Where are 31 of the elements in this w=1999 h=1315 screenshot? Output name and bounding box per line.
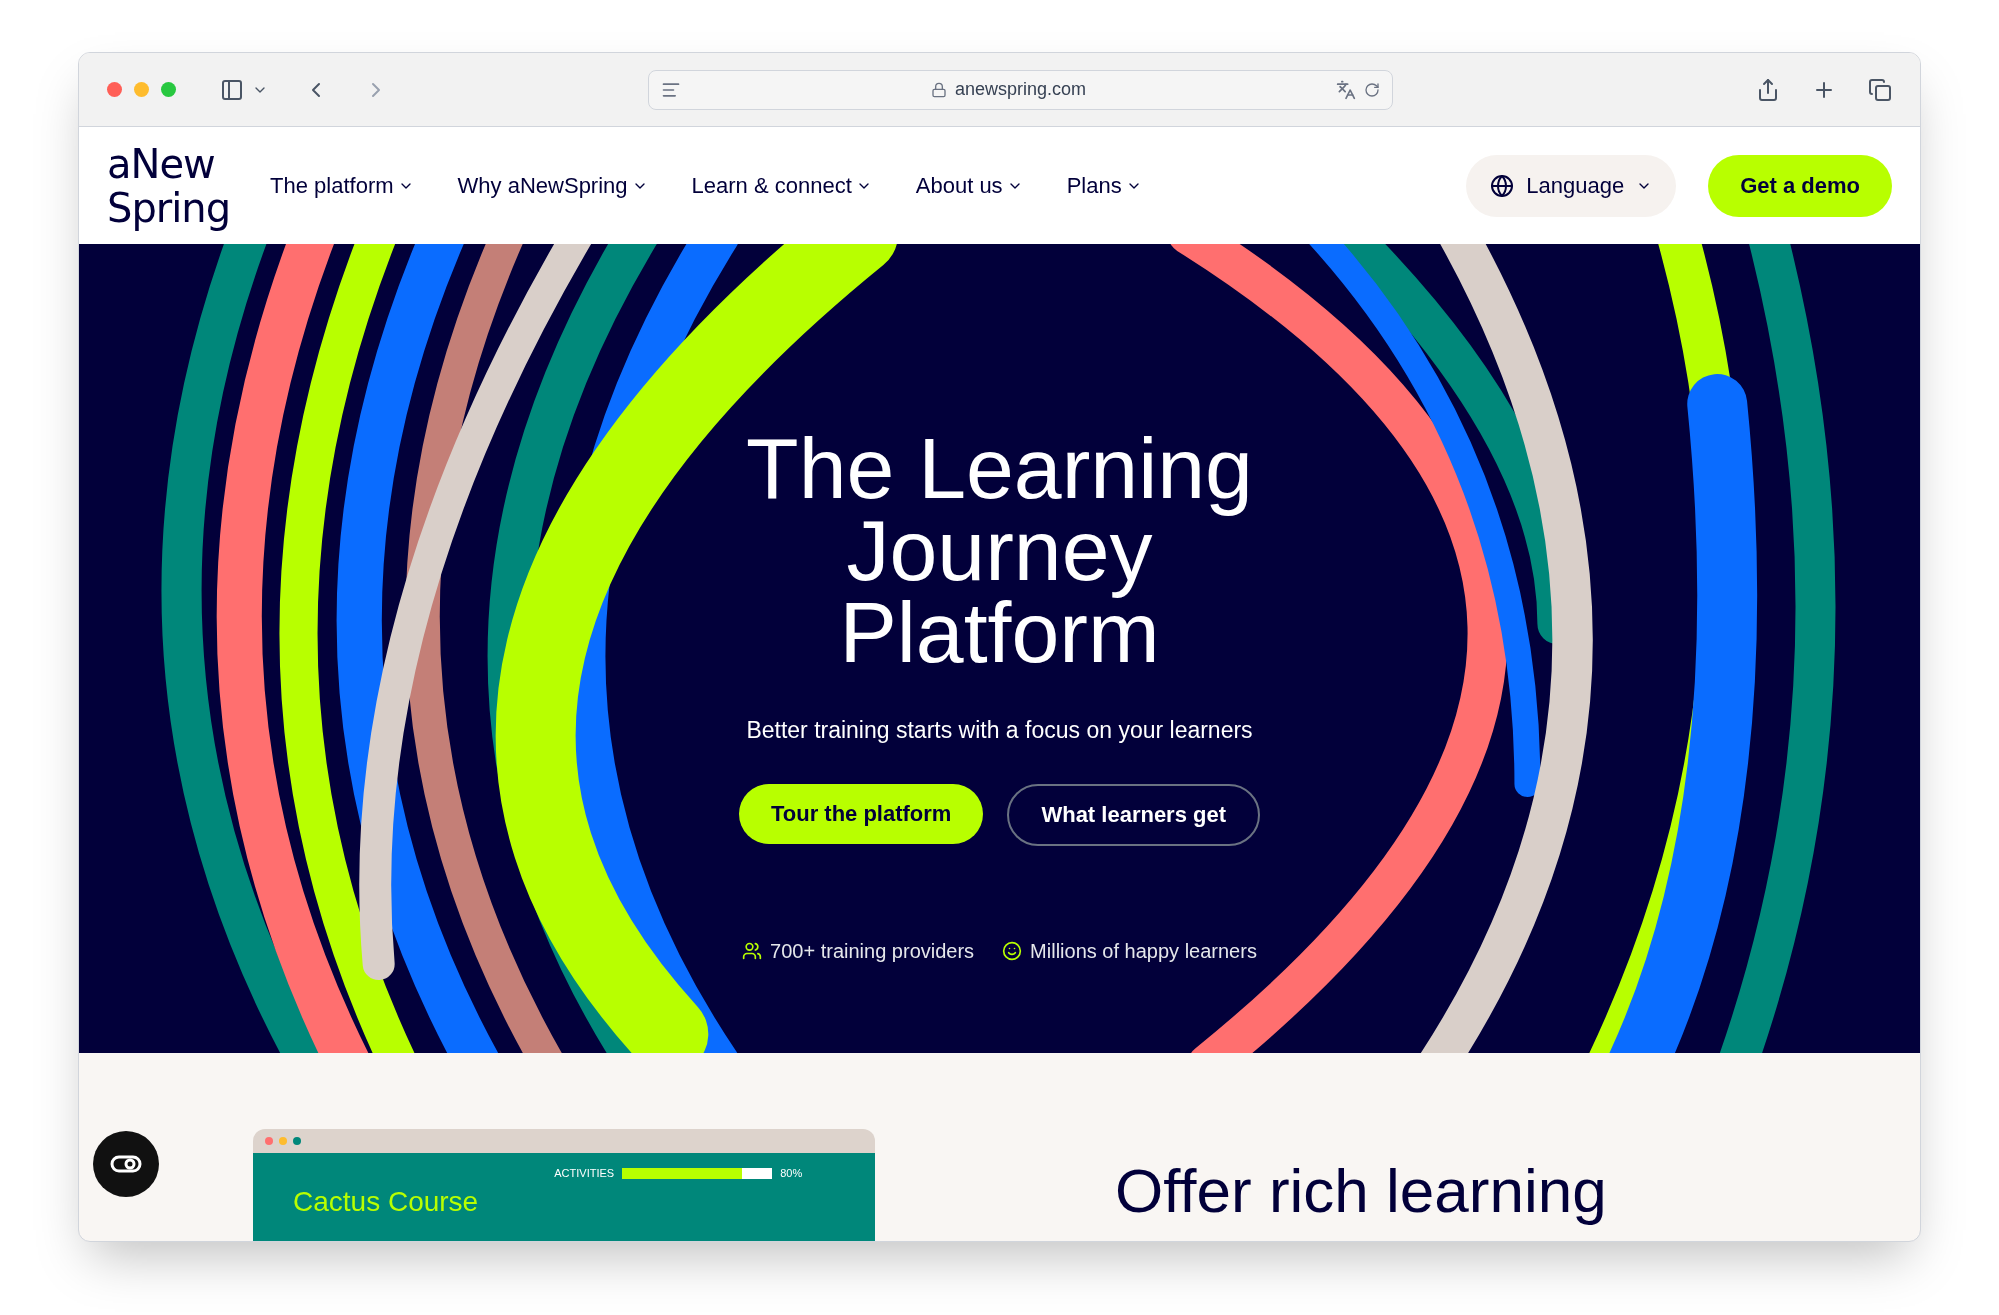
lock-icon bbox=[930, 81, 947, 98]
hero-subtitle: Better training starts with a focus on your learners bbox=[746, 716, 1253, 746]
tabs-overview-icon[interactable] bbox=[1868, 77, 1892, 102]
logo[interactable]: aNew Spring bbox=[107, 141, 231, 230]
translate-icon[interactable] bbox=[1336, 79, 1356, 100]
reload-icon[interactable] bbox=[1364, 81, 1380, 98]
people-icon bbox=[742, 940, 763, 961]
learners-button[interactable]: What learners get bbox=[1007, 783, 1261, 846]
smiley-icon bbox=[1002, 940, 1023, 961]
section-heading: Offer rich learning bbox=[1115, 1155, 1607, 1227]
nav-menu-item[interactable]: The platform bbox=[270, 169, 414, 202]
nav-menu-item[interactable]: About us bbox=[915, 169, 1023, 202]
get-demo-button[interactable]: Get a demo bbox=[1708, 154, 1892, 217]
bar-label: ACTIVITIES bbox=[553, 1166, 615, 1181]
stat-text: Millions of happy learners bbox=[1030, 938, 1257, 964]
url-text: anewspring.com bbox=[954, 78, 1087, 101]
captions-icon bbox=[110, 1155, 142, 1173]
course-title: Cactus Course bbox=[293, 1185, 479, 1219]
nav-menu-item[interactable]: Plans bbox=[1066, 169, 1142, 202]
nav-menu-item[interactable]: Why aNewSpring bbox=[457, 169, 648, 202]
globe-icon bbox=[1490, 173, 1515, 198]
language-button[interactable]: Language bbox=[1466, 154, 1677, 217]
sidebar-icon[interactable] bbox=[220, 77, 244, 102]
nav-menu-item[interactable]: Learn & connect bbox=[691, 169, 872, 202]
hero-title: The Learning Journey Platform bbox=[745, 427, 1254, 674]
close-window-icon[interactable] bbox=[107, 82, 122, 97]
share-icon[interactable] bbox=[1756, 77, 1780, 102]
stat-text: 700+ training providers bbox=[770, 938, 975, 964]
address-bar[interactable]: anewspring.com bbox=[648, 69, 1393, 110]
bar-value: 80% bbox=[780, 1166, 803, 1181]
tour-platform-button[interactable]: Tour the platform bbox=[738, 783, 984, 844]
